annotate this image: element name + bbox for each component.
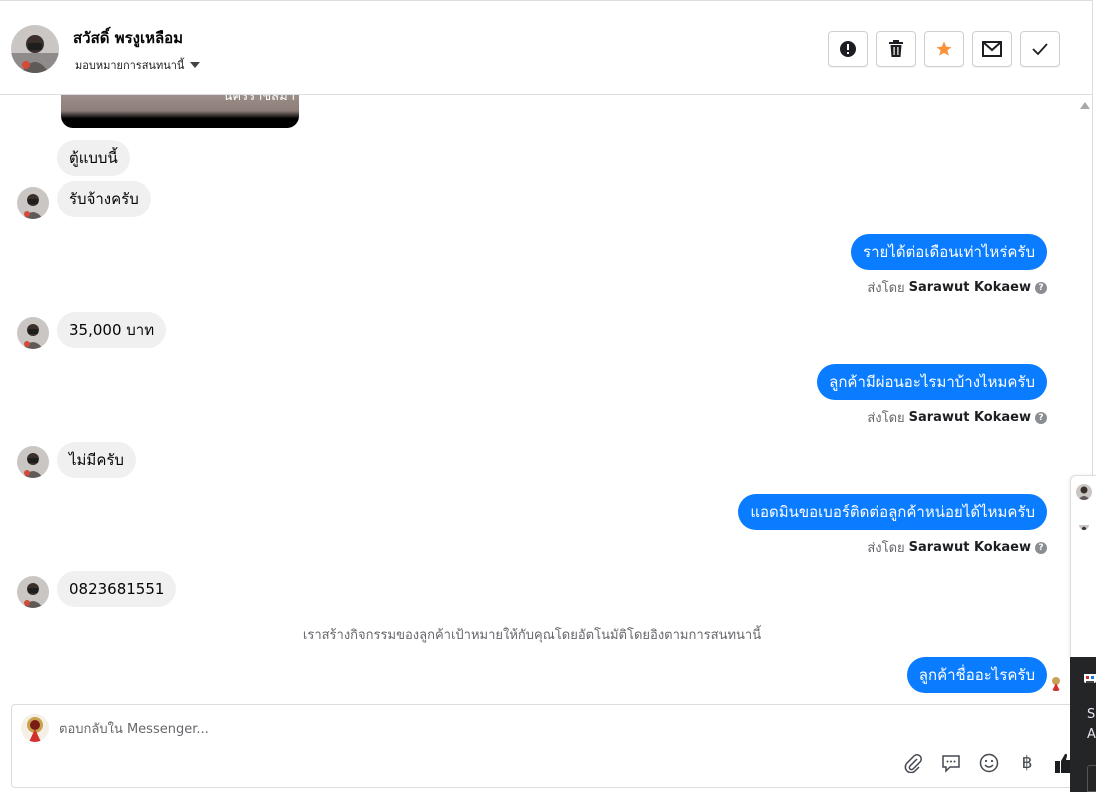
sender-name: Sarawut Kokaew: [908, 540, 1031, 555]
help-icon[interactable]: ?: [1035, 411, 1047, 424]
header-actions: [828, 31, 1060, 67]
composer-toolbar: ฿: [902, 752, 1076, 774]
side-button[interactable]: [1087, 765, 1096, 792]
sender-name: Sarawut Kokaew: [908, 280, 1031, 295]
incoming-message[interactable]: 35,000 บาท: [57, 312, 167, 348]
mark-unread-button[interactable]: [972, 31, 1012, 67]
sent-by-prefix: ส่งโดย: [867, 281, 905, 296]
reply-composer: ฿: [11, 704, 1079, 788]
chevron-down-icon: [190, 62, 201, 68]
help-icon[interactable]: ?: [1035, 281, 1047, 294]
sent-by-label: ส่งโดย Sarawut Kokaew ?: [867, 277, 1047, 298]
attachment-icon[interactable]: [902, 752, 924, 774]
side-dark-panel[interactable]: Se A: [1070, 657, 1096, 792]
trash-icon: [889, 40, 903, 57]
saved-reply-icon[interactable]: [940, 752, 962, 774]
incoming-message[interactable]: ตู้แบบนี้: [57, 140, 130, 176]
contact-avatar[interactable]: [11, 25, 59, 73]
sent-by-label: ส่งโดย Sarawut Kokaew ?: [867, 407, 1047, 428]
baht-icon[interactable]: ฿: [1016, 752, 1038, 774]
assign-label: มอบหมายการสนทนานี้: [75, 59, 185, 72]
contact-avatar-small: [17, 317, 49, 349]
help-icon[interactable]: ?: [1035, 541, 1047, 554]
conversation-header: สวัสดิ์ พรงูเหลือม มอบหมายการสนทนานี้: [0, 0, 1092, 95]
delete-button[interactable]: [876, 31, 916, 67]
contact-avatar-small: [17, 446, 49, 478]
check-icon: [1032, 43, 1048, 56]
emoji-icon[interactable]: [978, 752, 1000, 774]
inbox-app: สวัสดิ์ พรงูเหลือม มอบหมายการสนทนานี้ นค…: [0, 0, 1096, 792]
incoming-message[interactable]: 0823681551: [57, 571, 177, 607]
envelope-icon: [982, 41, 1002, 57]
scroll-up-arrow-icon[interactable]: [1080, 102, 1090, 109]
side-text-2: A: [1087, 727, 1096, 742]
side-chat-panel[interactable]: [1070, 475, 1096, 657]
photo-caption: นครราชสีมา: [223, 95, 295, 104]
contact-avatar-small: [17, 187, 49, 219]
assign-conversation-dropdown[interactable]: มอบหมายการสนทนานี้: [75, 56, 201, 74]
star-button[interactable]: [924, 31, 964, 67]
star-icon: [936, 41, 952, 56]
incoming-message[interactable]: ไม่มีครับ: [57, 442, 136, 478]
mark-done-button[interactable]: [1020, 31, 1060, 67]
sent-by-label: ส่งโดย Sarawut Kokaew ?: [867, 537, 1047, 558]
sent-by-prefix: ส่งโดย: [867, 411, 905, 426]
contact-name: สวัสดิ์ พรงูเหลือม: [73, 29, 184, 47]
sent-by-prefix: ส่งโดย: [867, 541, 905, 556]
message-thread[interactable]: นครราชสีมา ตู้แบบนี้ รับจ้างครับ รายได้ต…: [0, 95, 1070, 700]
outgoing-message[interactable]: ลูกค้าชื่ออะไรครับ: [906, 657, 1047, 693]
side-app-icon: [1084, 671, 1096, 683]
read-receipt-avatar: [1048, 675, 1064, 691]
outgoing-message[interactable]: ลูกค้ามีผ่อนอะไรมาบ้างไหมครับ: [817, 364, 1047, 400]
alert-icon: [840, 41, 856, 57]
photo-attachment[interactable]: นครราชสีมา: [61, 95, 299, 128]
mark-spam-button[interactable]: [828, 31, 868, 67]
side-avatar-small: [1079, 520, 1089, 530]
side-text-1: Se: [1087, 707, 1096, 722]
system-notice: เราสร้างกิจกรรมของลูกค้าเป้าหมายให้กับคุ…: [302, 628, 762, 643]
side-avatar: [1076, 484, 1092, 500]
contact-avatar-small: [17, 576, 49, 608]
sender-name: Sarawut Kokaew: [908, 410, 1031, 425]
outgoing-message[interactable]: รายได้ต่อเดือนเท่าไหร่ครับ: [851, 234, 1047, 270]
page-avatar: [21, 714, 49, 742]
incoming-message[interactable]: รับจ้างครับ: [57, 181, 151, 217]
reply-input[interactable]: [59, 719, 859, 739]
outgoing-message[interactable]: แอดมินขอเบอร์ติดต่อลูกค้าหน่อยได้ไหมครับ: [738, 494, 1047, 530]
